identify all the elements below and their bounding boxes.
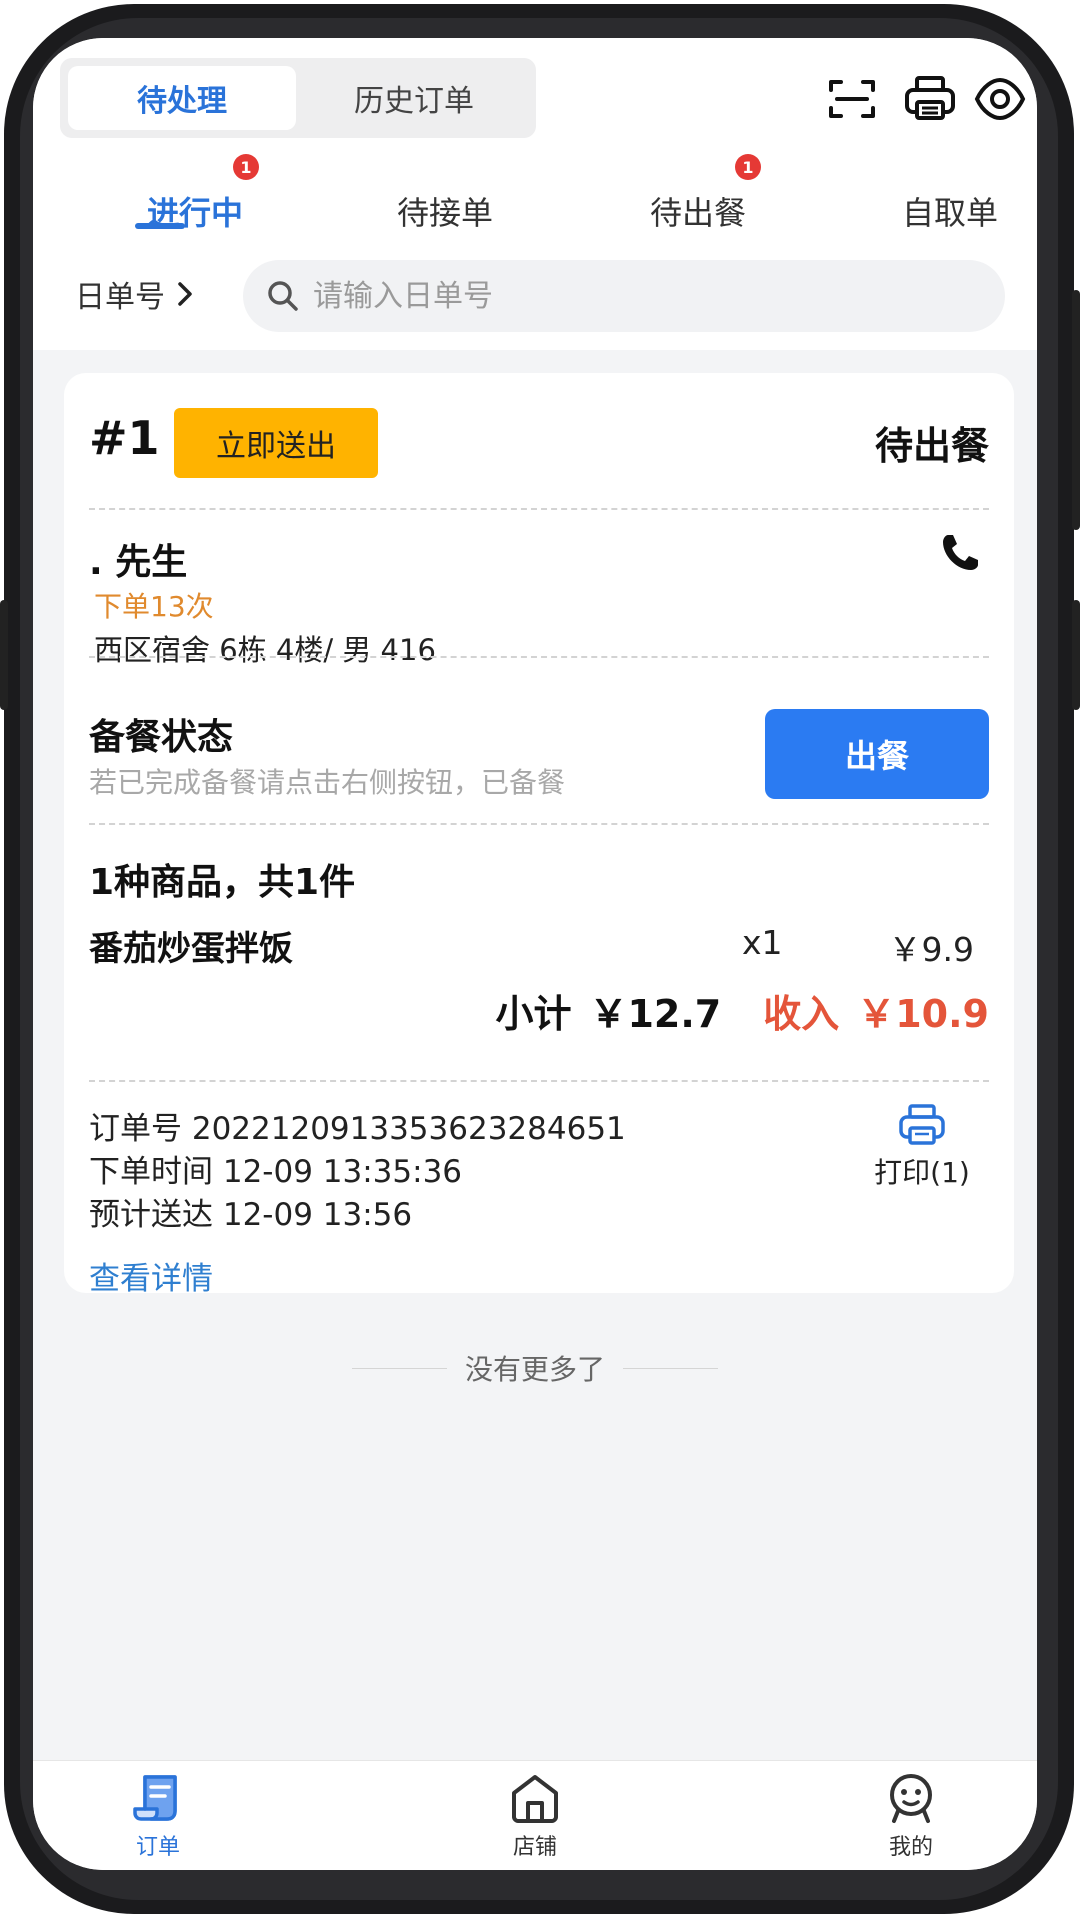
tab-in-progress[interactable]: 进行中 [85,188,305,234]
divider [89,823,989,825]
print-button[interactable]: 打印(1) [862,1103,982,1191]
tab-pickup[interactable]: 自取单 [840,188,1037,234]
nav-shop[interactable]: 店铺 [455,1771,615,1861]
subtotal-label: 小计 [495,992,572,1036]
nav-label: 我的 [888,1835,933,1860]
active-tab-indicator [135,223,185,229]
tab-badge: 1 [233,154,259,180]
customer-order-count: 下单13次 [94,590,214,623]
order-type-segment: 待处理 历史订单 [60,58,536,138]
income-value: ￥10.9 [857,992,989,1036]
side-button [1072,290,1080,530]
orders-icon [133,1775,177,1821]
prep-status-title: 备餐状态 [89,717,234,758]
prep-status-hint: 若已完成备餐请点击右侧按钮，已备餐 [89,766,566,799]
tab-badge: 1 [735,154,761,180]
side-button [0,600,8,710]
end-of-list: 没有更多了 [33,1348,1037,1388]
app-screen: 待处理 历史订单 进行中 1 待接单 待出餐 1 自取单 日单号 请输入日单号 … [33,38,1037,1870]
order-card: #1 立即送出 待出餐 . 先生 下单13次 西区宿舍 6栋 4楼/ 男 416… [64,373,1014,1297]
daily-number-selector[interactable]: 日单号 [75,272,195,316]
profile-icon [890,1774,932,1823]
view-details-link[interactable]: 查看详情 [89,1253,213,1298]
serve-meal-button[interactable]: 出餐 [765,709,989,799]
item-price: ￥9.9 [888,930,974,969]
subtotal-value: ￥12.7 [589,992,722,1036]
order-status: 待出餐 [874,424,989,468]
printer-icon[interactable] [903,74,957,124]
order-totals: 小计 ￥12.7 收入 ￥10.9 [495,983,989,1038]
item-quantity: x1 [742,923,783,962]
daily-number-label: 日单号 [75,280,165,315]
search-box[interactable] [243,260,1005,332]
divider [89,508,989,510]
customer-name: . 先生 [89,542,188,583]
estimated-delivery: 预计送达 12-09 13:56 [89,1197,413,1233]
printer-icon [899,1104,945,1145]
goods-summary: 1种商品，共1件 [89,862,356,903]
divider-line [623,1367,718,1369]
scan-icon[interactable] [825,74,879,124]
phone-icon[interactable] [938,531,982,575]
nav-label: 订单 [135,1835,180,1860]
income-label: 收入 [763,992,840,1036]
delivery-address: 西区宿舍 6栋 4楼/ 男 416 [94,633,436,667]
bottom-nav: 订单 店铺 我的 [33,1760,1037,1870]
status-tabs: 进行中 1 待接单 待出餐 1 自取单 [33,154,1037,268]
tab-awaiting-serve[interactable]: 待出餐 [588,188,808,234]
order-id: 订单号 20221209133536232846​51 [89,1111,626,1147]
search-icon [268,281,298,311]
divider-line [351,1367,447,1369]
nav-profile[interactable]: 我的 [831,1771,991,1861]
search-input[interactable] [313,278,953,314]
top-area: 待处理 历史订单 进行中 1 待接单 待出餐 1 自取单 日单号 请输入日单号 [33,38,1037,350]
segment-pending[interactable]: 待处理 [68,66,296,130]
order-time: 下单时间 12-09 13:35:36 [89,1154,463,1190]
send-now-button[interactable]: 立即送出 [174,408,378,478]
eye-icon[interactable] [973,74,1027,124]
item-name: 番茄炒蛋拌饭 [89,929,293,969]
search-row: 日单号 [33,256,1037,336]
nav-orders[interactable]: 订单 [78,1771,238,1861]
order-number: #1 [89,411,160,465]
divider [89,656,989,658]
no-more-text: 没有更多了 [464,1353,605,1386]
print-label: 打印(1) [874,1156,970,1189]
chevron-right-icon [178,282,192,306]
side-button [1072,600,1080,710]
nav-label: 店铺 [512,1835,557,1860]
tab-awaiting-accept[interactable]: 待接单 [335,188,555,234]
segment-history[interactable]: 历史订单 [300,66,528,130]
shop-icon [512,1775,558,1823]
divider [89,1080,989,1082]
